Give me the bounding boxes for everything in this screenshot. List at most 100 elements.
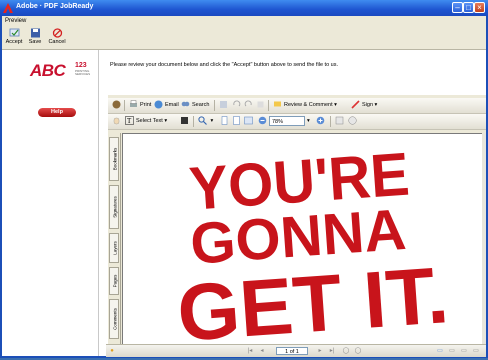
- reader-toolbar-bottom: T Select Text ▾ ▾ 78% ▾: [108, 114, 486, 130]
- toolbar-separator: [214, 100, 215, 111]
- sign-pen-icon: [351, 100, 360, 109]
- vertical-scrollbar[interactable]: [482, 133, 486, 348]
- hand-tool-button[interactable]: [112, 116, 123, 127]
- hand-tool-icon: [113, 117, 120, 125]
- print-button[interactable]: Print: [129, 100, 151, 111]
- maximize-button[interactable]: □: [463, 2, 474, 13]
- continuous-facing-view-button[interactable]: ▭: [472, 347, 480, 355]
- reader-toolbar-top: Print Email Search Review & Comment ▾ Si…: [108, 98, 486, 114]
- menu-bar: Preview: [2, 16, 486, 27]
- first-page-button[interactable]: |◂: [246, 347, 254, 355]
- maximize-icon: □: [466, 3, 471, 12]
- undo-icon: [233, 100, 241, 107]
- select-text-button[interactable]: T Select Text ▾: [125, 116, 167, 127]
- instruction-message: Please review your document below and cl…: [110, 62, 339, 68]
- single-page-view-button[interactable]: ▭: [436, 347, 444, 355]
- fit-width-icon: [244, 116, 253, 125]
- cancel-icon: [52, 28, 62, 38]
- toolbar-separator: [330, 116, 331, 127]
- page-indicator[interactable]: 1 of 1: [276, 347, 308, 355]
- review-comment-icon: [274, 101, 281, 107]
- help-button[interactable]: Help: [38, 108, 76, 117]
- next-view-icon: ◯: [354, 348, 362, 354]
- rotate-view-button[interactable]: [335, 116, 346, 127]
- next-view-button[interactable]: ◯: [354, 347, 362, 355]
- zoom-in-icon: [316, 116, 325, 125]
- toolbar-separator: [268, 100, 269, 111]
- toolbar-separator: [124, 100, 125, 111]
- last-page-icon: ▸|: [329, 348, 335, 354]
- tab-layers[interactable]: Layers: [109, 233, 119, 263]
- page-setup-button[interactable]: [219, 100, 230, 111]
- left-panel: ABC 123 PRINTING SERVICES Help: [2, 50, 99, 356]
- main-content: ABC 123 PRINTING SERVICES Help Please re…: [2, 50, 486, 356]
- save-button[interactable]: Save: [26, 28, 44, 45]
- continuous-icon: ▭: [449, 348, 455, 354]
- accept-button[interactable]: Accept: [4, 28, 24, 45]
- continuous-view-button[interactable]: ▭: [448, 347, 456, 355]
- search-button[interactable]: Search: [181, 100, 209, 111]
- minimize-icon: –: [455, 3, 460, 12]
- tab-pages[interactable]: Pages: [109, 267, 119, 295]
- cancel-button[interactable]: Cancel: [46, 28, 68, 45]
- email-button[interactable]: Email: [154, 100, 179, 111]
- redo-button[interactable]: [244, 100, 255, 111]
- minimize-button[interactable]: –: [452, 2, 463, 13]
- last-page-button[interactable]: ▸|: [328, 347, 336, 355]
- document-artwork: YOU'RE GONNA GET IT.: [175, 139, 452, 349]
- review-comment-button[interactable]: Review & Comment ▾: [273, 100, 337, 111]
- rotate-icon: [257, 101, 264, 108]
- next-page-icon: ▸: [318, 348, 322, 354]
- first-page-icon: |◂: [247, 348, 253, 354]
- print-icon: [130, 100, 137, 108]
- title-bar: Adobe · PDF JobReady – □ ×: [0, 0, 488, 16]
- save-copy-button[interactable]: [112, 100, 123, 111]
- adobe-icon: [3, 3, 13, 13]
- snapshot-icon: [181, 117, 188, 125]
- zoom-field[interactable]: 78%: [269, 116, 305, 126]
- tab-signatures[interactable]: Signatures: [109, 185, 119, 229]
- rotate-view-icon: [335, 116, 344, 125]
- navigation-tabs: Bookmarks Signatures Layers Pages Commen…: [108, 133, 121, 353]
- lock-icon: ●: [110, 348, 114, 354]
- zoom-dropdown[interactable]: ▾: [307, 116, 310, 127]
- save-copy-icon: [112, 100, 121, 109]
- menu-preview[interactable]: Preview: [5, 18, 26, 24]
- pdf-reader: Print Email Search Review & Comment ▾ Si…: [108, 95, 486, 356]
- window-title: Adobe · PDF JobReady: [16, 3, 94, 10]
- email-icon: [154, 100, 163, 109]
- zoom-tool-button[interactable]: ▾: [198, 116, 213, 127]
- fit-width-button[interactable]: [244, 116, 255, 127]
- continuous-facing-icon: ▭: [473, 348, 479, 354]
- magnifier-icon: [198, 116, 207, 125]
- svg-text:T: T: [127, 117, 132, 125]
- actual-size-icon: [221, 116, 228, 125]
- search-icon: [181, 101, 190, 107]
- close-button[interactable]: ×: [474, 2, 485, 13]
- help-page-button[interactable]: [348, 116, 359, 127]
- snapshot-button[interactable]: [180, 116, 191, 127]
- toolbar-separator: [193, 116, 194, 127]
- undo-button[interactable]: [232, 100, 243, 111]
- actual-size-button[interactable]: [220, 116, 231, 127]
- close-icon: ×: [477, 3, 482, 12]
- redo-icon: [244, 100, 252, 107]
- previous-page-icon: ◂: [260, 348, 264, 354]
- fit-page-button[interactable]: [232, 116, 243, 127]
- previous-view-icon: ◯: [342, 348, 350, 354]
- page-navigation-bar: ● |◂ ◂ 1 of 1 ▸ ▸| ◯ ◯ ▭ ▭ ▭ ▭: [106, 344, 486, 357]
- app-toolbar: Accept Save Cancel: [2, 27, 486, 50]
- tab-bookmarks[interactable]: Bookmarks: [109, 137, 119, 181]
- zoom-out-icon: [258, 116, 267, 125]
- previous-page-button[interactable]: ◂: [258, 347, 266, 355]
- rotate-button[interactable]: [256, 100, 267, 111]
- next-page-button[interactable]: ▸: [316, 347, 324, 355]
- sign-button[interactable]: Sign ▾: [351, 100, 377, 111]
- fit-page-icon: [233, 116, 240, 125]
- facing-view-button[interactable]: ▭: [460, 347, 468, 355]
- previous-view-button[interactable]: ◯: [342, 347, 350, 355]
- select-text-icon: T: [125, 116, 134, 125]
- zoom-out-button[interactable]: [258, 116, 269, 127]
- zoom-in-button[interactable]: [316, 116, 327, 127]
- tab-comments[interactable]: Comments: [109, 299, 119, 339]
